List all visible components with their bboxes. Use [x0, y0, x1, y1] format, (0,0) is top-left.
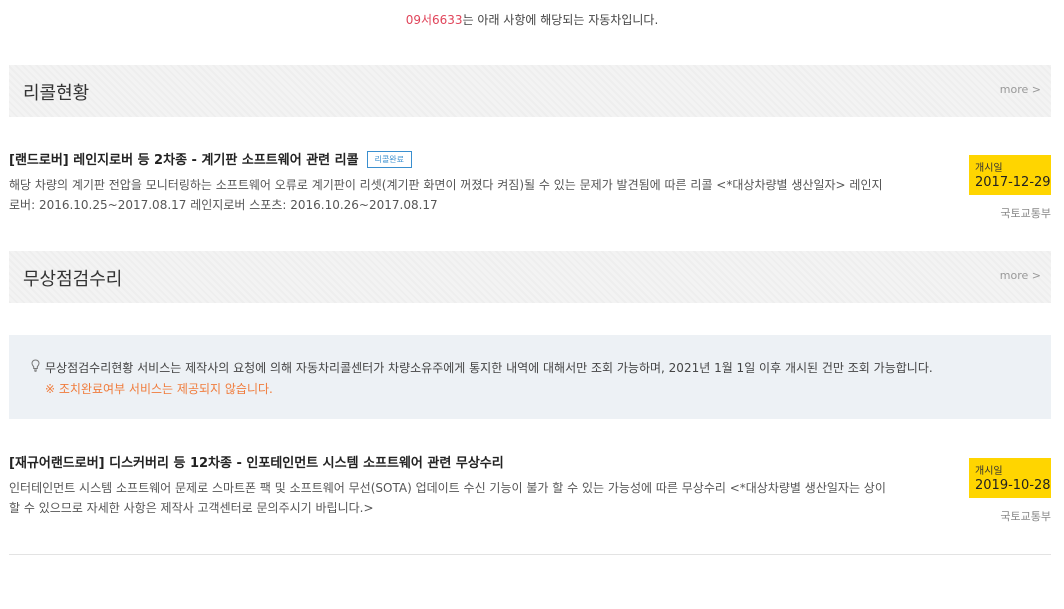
free-repair-item-description: 인터테인먼트 시스템 소프트웨어 문제로 스마트폰 팩 및 소프트웨어 무선(S…: [9, 481, 886, 515]
recall-item-title[interactable]: [랜드로버] 레인지로버 등 2차종 - 계기판 소프트웨어 관련 리콜: [9, 153, 359, 168]
vehicle-intro: 09서6633는 아래 사항에 해당되는 자동차입니다.: [0, 11, 1064, 28]
free-repair-section-header: 무상점검수리 more >: [9, 251, 1051, 303]
notice-warning: ※ 조치완료여부 서비스는 제공되지 않습니다.: [45, 382, 273, 396]
free-repair-agency: 국토교통부: [1000, 510, 1051, 523]
recall-more-link[interactable]: more >: [1000, 83, 1041, 96]
free-repair-item-title-line: [재규어랜드로버] 디스커버리 등 12차종 - 인포테인먼트 시스템 소프트웨…: [9, 452, 1051, 471]
recall-date: 2017-12-29: [975, 175, 1051, 190]
free-repair-date-label: 개시일: [975, 466, 1003, 477]
free-repair-more-link[interactable]: more >: [1000, 269, 1041, 282]
free-repair-date: 2019-10-28: [975, 478, 1051, 493]
recall-status-badge: 리콜완료: [366, 151, 413, 168]
free-repair-date-box: 개시일 2019-10-28: [969, 458, 1051, 498]
free-repair-item[interactable]: [재규어랜드로버] 디스커버리 등 12차종 - 인포테인먼트 시스템 소프트웨…: [9, 452, 1051, 554]
recall-item-title-line: [랜드로버] 레인지로버 등 2차종 - 계기판 소프트웨어 관련 리콜 리콜완료: [9, 149, 1051, 168]
plate-number: 09서6633: [405, 13, 463, 27]
notice-line-1: 무상점검수리현황 서비스는 제작사의 요청에 의해 자동차리콜센터가 차량소유주…: [31, 359, 933, 376]
recall-date-label: 개시일: [975, 163, 1003, 174]
recall-item[interactable]: [랜드로버] 레인지로버 등 2차종 - 계기판 소프트웨어 관련 리콜 리콜완료…: [9, 149, 1051, 251]
divider: [9, 554, 1051, 555]
lightbulb-icon: [31, 359, 41, 375]
free-repair-notice: 무상점검수리현황 서비스는 제작사의 요청에 의해 자동차리콜센터가 차량소유주…: [9, 335, 1051, 419]
intro-text: 는 아래 사항에 해당되는 자동차입니다.: [462, 13, 659, 27]
recall-item-description: 해당 차량의 계기판 전압을 모니터링하는 소프트웨어 오류로 계기판이 리셋(…: [9, 178, 883, 212]
notice-text-1: 무상점검수리현황 서비스는 제작사의 요청에 의해 자동차리콜센터가 차량소유주…: [45, 361, 933, 375]
recall-date-box: 개시일 2017-12-29: [969, 155, 1051, 195]
recall-section-title: 리콜현황: [23, 83, 90, 104]
free-repair-item-title[interactable]: [재규어랜드로버] 디스커버리 등 12차종 - 인포테인먼트 시스템 소프트웨…: [9, 456, 504, 471]
recall-agency: 국토교통부: [1000, 207, 1051, 220]
recall-section-header: 리콜현황 more >: [9, 65, 1051, 117]
free-repair-section-title: 무상점검수리: [23, 269, 123, 290]
